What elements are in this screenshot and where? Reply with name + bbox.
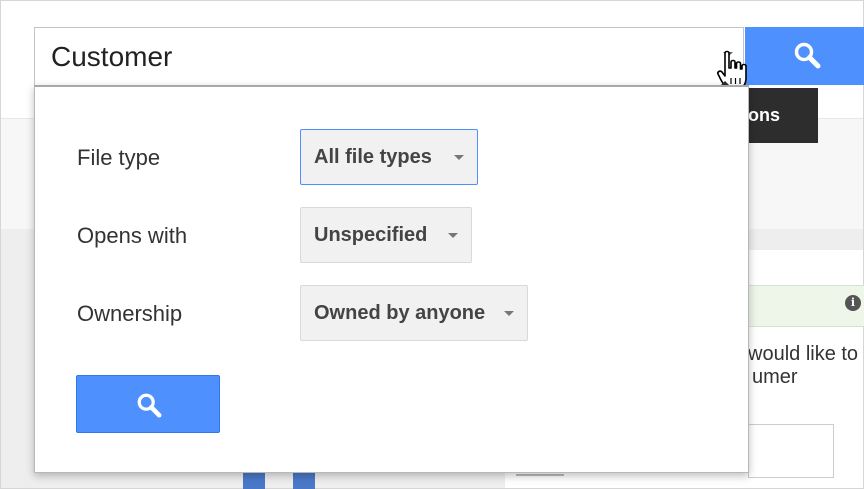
background-text-line-1: would like to: [748, 343, 859, 365]
search-box: [34, 27, 744, 85]
search-icon: [137, 393, 162, 418]
file-type-select[interactable]: All file types: [300, 129, 478, 185]
opens-with-label: Opens with: [77, 223, 188, 248]
opens-with-value: Unspecified: [314, 224, 428, 246]
chevron-down-icon: [504, 311, 514, 316]
background-partial-text: would like to umer: [748, 343, 858, 389]
chevron-down-icon: [454, 155, 464, 160]
file-type-value: All file types: [314, 146, 432, 168]
search-icon: [794, 42, 821, 69]
search-input[interactable]: [51, 38, 651, 76]
chevron-down-icon: [448, 233, 458, 238]
ownership-label: Ownership: [77, 301, 183, 326]
search-options-panel: File type All file types Opens with Unsp…: [34, 85, 749, 473]
info-icon[interactable]: i: [845, 295, 861, 311]
background-input[interactable]: [748, 424, 834, 478]
search-submit-button[interactable]: [76, 375, 220, 433]
search-button[interactable]: [745, 27, 864, 85]
ownership-select[interactable]: Owned by anyone: [300, 285, 528, 341]
opens-with-select[interactable]: Unspecified: [300, 207, 472, 263]
ownership-value: Owned by anyone: [314, 302, 486, 324]
background-text-line-2: umer: [752, 366, 798, 388]
file-type-label: File type: [77, 145, 161, 170]
